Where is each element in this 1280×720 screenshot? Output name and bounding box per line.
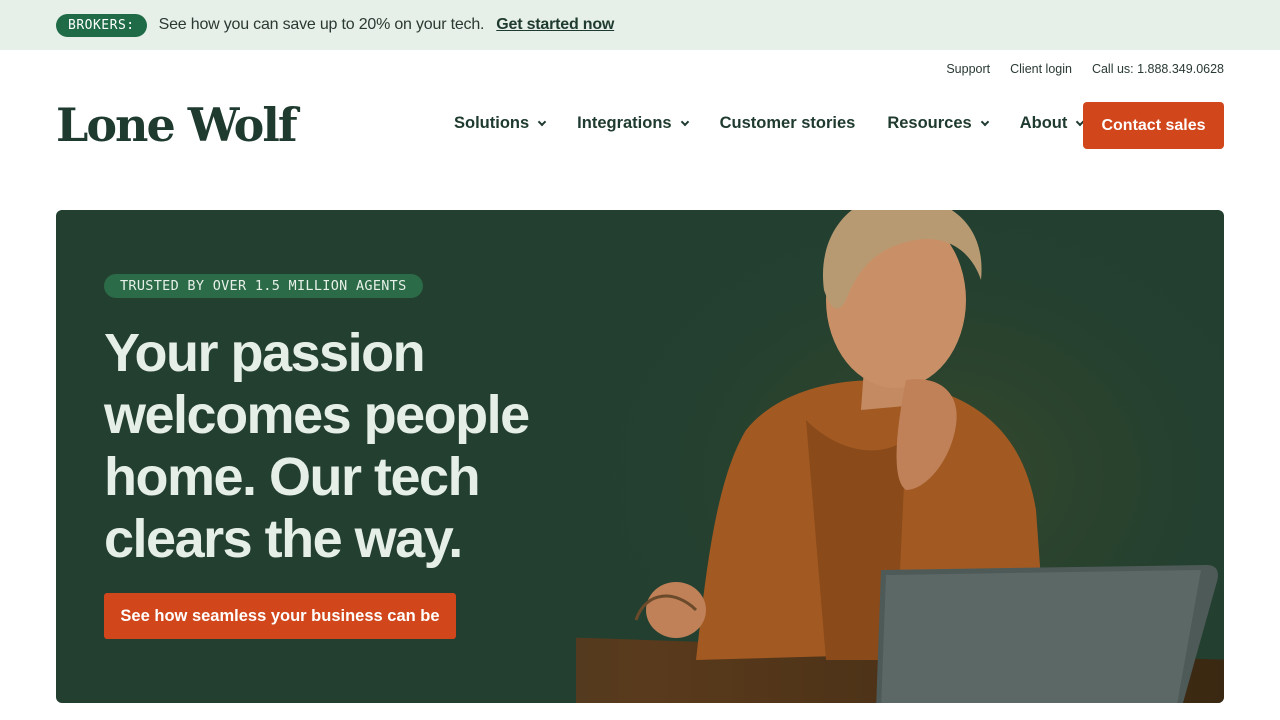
- nav-integrations[interactable]: Integrations: [577, 114, 689, 133]
- hero-title: Your passion welcomes people home. Our t…: [104, 323, 530, 569]
- get-started-link[interactable]: Get started now: [496, 16, 614, 34]
- contact-sales-button[interactable]: Contact sales: [1083, 102, 1224, 149]
- client-login-link[interactable]: Client login: [1010, 62, 1072, 76]
- support-link[interactable]: Support: [946, 62, 990, 76]
- nav-label: Customer stories: [719, 114, 856, 132]
- hero-photo: [576, 210, 1224, 703]
- brokers-badge: BROKERS:: [56, 13, 147, 37]
- chevron-down-icon: [980, 117, 989, 126]
- banner-message: See how you can save up to 20% on your t…: [158, 16, 485, 33]
- nav-customer-stories[interactable]: Customer stories: [720, 114, 856, 133]
- nav-solutions[interactable]: Solutions: [454, 114, 547, 133]
- hero-cta-button[interactable]: See how seamless your business can be: [104, 593, 456, 639]
- chevron-down-icon: [680, 117, 689, 126]
- logo[interactable]: Lone Wolf: [56, 98, 298, 152]
- call-us-link[interactable]: Call us: 1.888.349.0628: [1092, 62, 1224, 76]
- nav-label: Integrations: [577, 114, 672, 132]
- utility-nav: Support Client login Call us: 1.888.349.…: [946, 62, 1224, 76]
- nav-label: About: [1019, 114, 1068, 132]
- nav-label: Solutions: [454, 114, 530, 132]
- nav-label: Resources: [887, 114, 972, 132]
- nav-about[interactable]: About: [1019, 114, 1085, 133]
- nav-resources[interactable]: Resources: [887, 114, 989, 133]
- chevron-down-icon: [537, 117, 547, 126]
- trust-badge: TRUSTED BY OVER 1.5 MILLION AGENTS: [104, 274, 423, 298]
- main-nav: Solutions Integrations Customer stories …: [454, 114, 1115, 133]
- promo-banner: BROKERS: See how you can save up to 20% …: [0, 0, 1280, 50]
- hero-section: TRUSTED BY OVER 1.5 MILLION AGENTS Your …: [56, 210, 1224, 703]
